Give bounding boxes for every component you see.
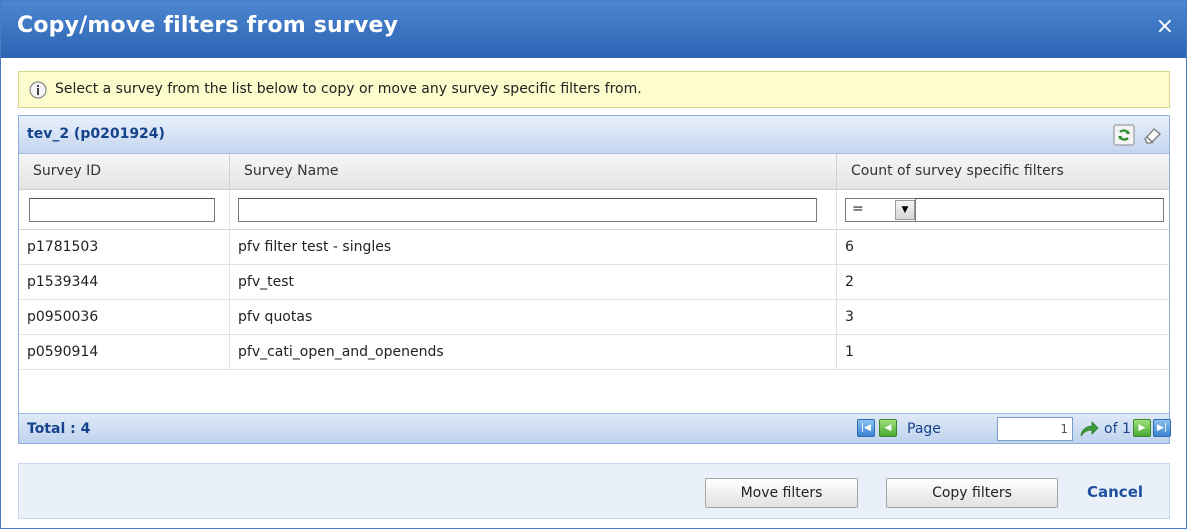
clear-filter-icon[interactable]	[1141, 124, 1163, 146]
cell-survey-name: pfv_test	[230, 265, 837, 300]
last-page-icon[interactable]: ▶|	[1153, 419, 1171, 437]
column-headers: Survey ID Survey Name Count of survey sp…	[19, 154, 1169, 190]
table-row[interactable]: p1781503 pfv filter test - singles 6	[19, 230, 1169, 265]
close-icon[interactable]: ×	[1156, 14, 1174, 39]
page-label: Page	[907, 421, 941, 437]
cell-filter-count: 1	[845, 344, 854, 360]
filter-cell-id	[19, 190, 230, 230]
first-page-icon[interactable]: |◀	[857, 419, 875, 437]
cell-survey-id: p1781503	[19, 230, 230, 265]
prev-page-icon[interactable]: ◀	[879, 419, 897, 437]
dialog-titlebar: Copy/move filters from survey ×	[1, 1, 1186, 58]
cell-filter-count: 2	[845, 274, 854, 290]
table-row[interactable]: p1539344 pfv_test 2	[19, 265, 1169, 300]
of-pages-label: of 1	[1104, 421, 1131, 437]
dialog-footer: Move filters Copy filters Cancel	[18, 463, 1170, 519]
pager: |◀ ◀ Page of 1 ▶ ▶|	[849, 417, 1171, 441]
table-row[interactable]: p0590914 pfv_cati_open_and_openends 1	[19, 335, 1169, 370]
operator-select[interactable]: = ▼	[845, 198, 917, 222]
cell-survey-name: pfv_cati_open_and_openends	[230, 335, 837, 370]
copy-move-filters-dialog: Copy/move filters from survey × Select a…	[0, 0, 1187, 529]
survey-grid: tev_2 (p0201924) Survey ID Survey Name C…	[18, 115, 1171, 444]
go-page-icon[interactable]	[1078, 419, 1100, 439]
next-page-icon[interactable]: ▶	[1133, 419, 1151, 437]
cell-survey-id: p0590914	[19, 335, 230, 370]
survey-id-filter-input[interactable]	[29, 198, 215, 222]
chevron-down-icon[interactable]: ▼	[895, 200, 915, 220]
copy-filters-button[interactable]: Copy filters	[886, 478, 1058, 508]
info-text: Select a survey from the list below to c…	[55, 81, 642, 97]
cell-survey-name: pfv filter test - singles	[230, 230, 837, 265]
filter-cell-count: = ▼	[837, 190, 1169, 230]
cell-survey-id: p1539344	[19, 265, 230, 300]
col-filter-count[interactable]: Count of survey specific filters	[837, 154, 1169, 190]
filter-row: = ▼	[19, 190, 1169, 230]
count-filter-input[interactable]	[915, 198, 1164, 222]
filter-cell-name	[230, 190, 837, 230]
refresh-icon[interactable]	[1113, 124, 1135, 146]
info-banner: Select a survey from the list below to c…	[18, 71, 1170, 108]
table-row[interactable]: p0950036 pfv quotas 3	[19, 300, 1169, 335]
move-filters-button[interactable]: Move filters	[705, 478, 858, 508]
page-number-input[interactable]	[997, 417, 1073, 441]
grid-header: tev_2 (p0201924)	[19, 116, 1169, 154]
info-icon	[29, 81, 47, 99]
operator-value: =	[852, 201, 864, 217]
col-survey-name[interactable]: Survey Name	[230, 154, 837, 190]
col-survey-id[interactable]: Survey ID	[19, 154, 230, 190]
total-count: Total : 4	[27, 421, 91, 437]
grid-footer: Total : 4 |◀ ◀ Page of 1 ▶ ▶|	[19, 413, 1171, 443]
cell-filter-count: 3	[845, 309, 854, 325]
grid-title: tev_2 (p0201924)	[27, 126, 165, 142]
dialog-title: Copy/move filters from survey	[17, 13, 399, 38]
cancel-button[interactable]: Cancel	[1087, 483, 1143, 501]
cell-survey-id: p0950036	[19, 300, 230, 335]
cell-survey-name: pfv quotas	[230, 300, 837, 335]
survey-name-filter-input[interactable]	[238, 198, 817, 222]
cell-filter-count: 6	[845, 239, 854, 255]
